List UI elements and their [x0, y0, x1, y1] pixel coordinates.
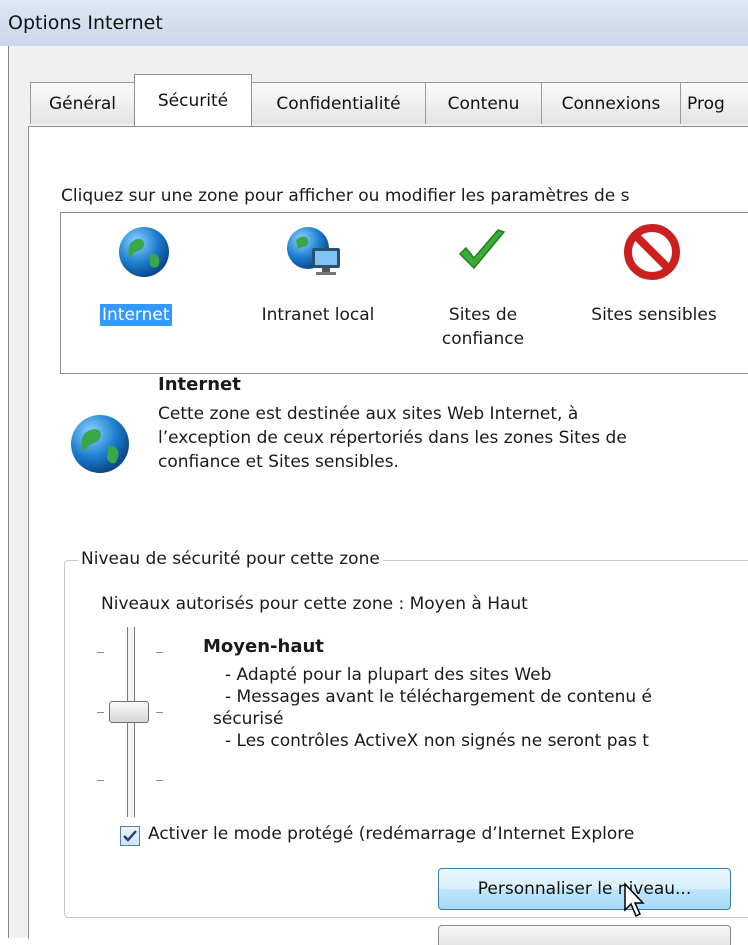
zone-info-description: Cette zone est destinée aux sites Web In…: [158, 402, 627, 474]
zone-internet-label: Internet: [100, 304, 172, 326]
security-level-name: Moyen-haut: [203, 636, 324, 657]
zone-info-title: Internet: [158, 374, 241, 395]
tab-content[interactable]: Contenu: [425, 82, 542, 124]
custom-level-button[interactable]: Personnaliser le niveau...: [438, 868, 731, 910]
default-level-button[interactable]: [438, 925, 731, 945]
zone-intranet[interactable]: Intranet local: [238, 222, 398, 332]
slider-tick: [97, 652, 104, 653]
tab-general[interactable]: Général: [30, 82, 135, 124]
zone-info-line: l’exception de ceux répertoriés dans les…: [158, 428, 627, 448]
security-level-bullets: - Adapté pour la plupart des sites Web -…: [213, 664, 652, 752]
tab-connections[interactable]: Connexions: [541, 82, 681, 124]
slider-tick: [156, 712, 163, 713]
slider-tick: [97, 780, 104, 781]
slider-tick: [97, 712, 104, 713]
tab-programs[interactable]: Prog: [680, 82, 748, 124]
zone-trusted-label-line1: Sites de: [448, 305, 518, 325]
allowed-levels-text: Niveaux autorisés pour cette zone : Moye…: [101, 594, 528, 614]
intranet-icon: [284, 224, 346, 286]
protected-mode-label[interactable]: Activer le mode protégé (redémarrage d’I…: [148, 824, 634, 844]
zone-instruction: Cliquez sur une zone pour afficher ou mo…: [61, 186, 630, 206]
zone-restricted-sites[interactable]: Sites sensibles: [574, 222, 734, 332]
zone-info-globe-icon: [68, 412, 132, 481]
security-level-legend: Niveau de sécurité pour cette zone: [78, 549, 383, 569]
globe-icon: [116, 224, 172, 286]
window-title: Options Internet: [8, 12, 163, 34]
slider-tick: [156, 780, 163, 781]
zone-trusted-label-line2: confiance: [441, 329, 525, 349]
slider-tick: [156, 652, 163, 653]
zone-info-line: Cette zone est destinée aux sites Web In…: [158, 404, 579, 424]
checkmark-icon: [454, 224, 510, 286]
level-bullet: - Les contrôles ActiveX non signés ne se…: [225, 731, 649, 751]
level-bullet: sécurisé: [213, 709, 284, 729]
zone-restricted-label: Sites sensibles: [591, 305, 717, 325]
tab-security[interactable]: Sécurité: [134, 74, 252, 126]
title-bar: Options Internet: [0, 0, 748, 46]
slider-thumb[interactable]: [109, 701, 149, 723]
protected-mode-checkbox[interactable]: [120, 826, 140, 846]
checkbox-check-icon: [123, 830, 137, 842]
mouse-cursor-icon: [623, 882, 647, 923]
tab-privacy[interactable]: Confidentialité: [251, 82, 426, 124]
restricted-icon: [624, 224, 680, 286]
zone-trusted-sites[interactable]: Sites de confiance: [428, 222, 538, 362]
zone-info-line: confiance et Sites sensibles.: [158, 452, 399, 472]
zone-internet[interactable]: Internet: [92, 222, 202, 332]
level-bullet: - Messages avant le téléchargement de co…: [225, 687, 652, 707]
level-bullet: - Adapté pour la plupart des sites Web: [225, 665, 552, 685]
zone-intranet-label: Intranet local: [261, 305, 375, 325]
